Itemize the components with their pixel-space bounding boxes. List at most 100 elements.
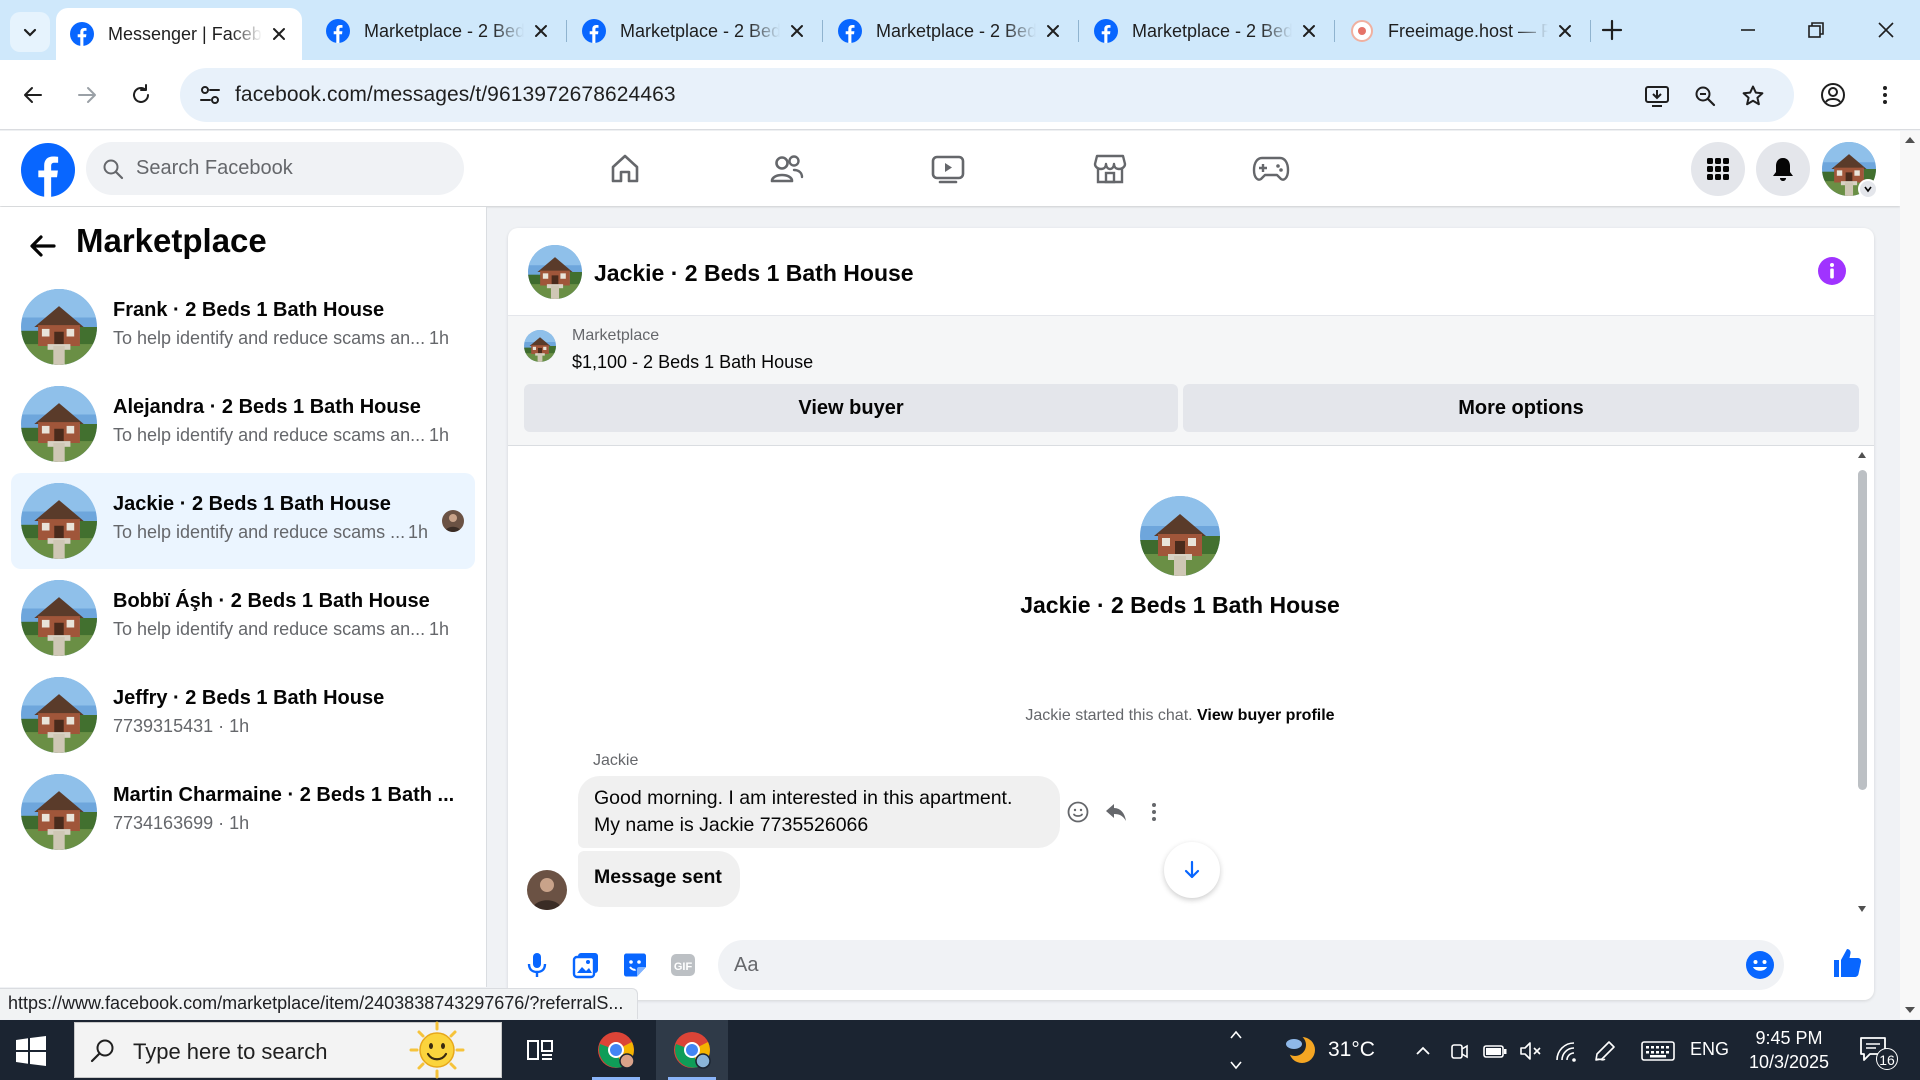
forward-button[interactable] (68, 76, 106, 114)
account-dropdown-badge[interactable] (1858, 179, 1878, 199)
voice-clip-button[interactable] (522, 950, 552, 980)
browser-menu-button[interactable] (1866, 76, 1904, 114)
view-buyer-button[interactable]: View buyer (524, 384, 1178, 432)
tab-messenger[interactable]: Messenger | Facebook (56, 8, 302, 60)
back-arrow-icon[interactable] (26, 229, 60, 263)
zoom-icon[interactable] (1690, 81, 1720, 111)
minimize-button[interactable] (1728, 14, 1768, 46)
facebook-search-box[interactable]: Search Facebook (86, 142, 464, 195)
conversation-item-selected[interactable]: Jackie · 2 Beds 1 Bath House To help ide… (11, 473, 475, 569)
tab-marketplace-1[interactable]: Marketplace - 2 Beds (312, 8, 564, 54)
close-tab-icon[interactable] (1300, 22, 1318, 40)
back-button[interactable] (14, 76, 52, 114)
touch-keyboard-icon[interactable] (1640, 1038, 1676, 1064)
taskbar-search-box[interactable]: Type here to search (74, 1021, 502, 1079)
tab-marketplace-3[interactable]: Marketplace - 2 Beds (824, 8, 1076, 54)
tab-marketplace-2[interactable]: Marketplace - 2 Beds (568, 8, 820, 54)
smiley-icon (1067, 801, 1089, 823)
windows-start-icon[interactable] (14, 1034, 48, 1068)
conversation-item[interactable]: Jeffry · 2 Beds 1 Bath House 7739315431 … (11, 667, 475, 763)
avatar (21, 774, 97, 850)
show-hidden-icons[interactable] (1410, 1038, 1436, 1064)
message-bubble[interactable]: Good morning. I am interested in this ap… (578, 776, 1060, 848)
nav-watch[interactable] (928, 149, 968, 189)
sticker-button[interactable] (620, 950, 650, 980)
react-button[interactable] (1064, 798, 1092, 826)
notifications-button[interactable] (1756, 142, 1810, 196)
view-buyer-profile-link[interactable]: View buyer profile (1197, 707, 1335, 724)
listing-price-title[interactable]: $1,100 - 2 Beds 1 Bath House (572, 352, 813, 373)
emoji-picker-icon[interactable] (1745, 950, 1775, 980)
conversation-item[interactable]: Bobbï Áşh · 2 Beds 1 Bath House To help … (11, 570, 475, 666)
nav-friends[interactable] (767, 149, 807, 189)
new-tab-plus-icon[interactable] (1594, 16, 1630, 44)
close-icon (1878, 22, 1894, 38)
close-tab-icon[interactable] (788, 22, 806, 40)
restore-button[interactable] (1796, 14, 1836, 46)
chat-avatar[interactable] (528, 245, 582, 299)
message-input[interactable] (734, 950, 1714, 980)
meet-now-icon[interactable] (1446, 1038, 1472, 1064)
home-icon (611, 154, 639, 183)
profile-button[interactable] (1814, 76, 1852, 114)
address-bar[interactable]: facebook.com/messages/t/9613972678624463 (180, 68, 1794, 122)
taskbar-chrome-profile-1[interactable] (580, 1020, 652, 1080)
info-icon[interactable] (1817, 256, 1847, 286)
tab-freeimage[interactable]: Freeimage.host — Free (1336, 8, 1588, 54)
url-text[interactable]: facebook.com/messages/t/9613972678624463 (235, 83, 676, 107)
nav-marketplace[interactable] (1090, 149, 1130, 189)
page-scrollbar[interactable] (1900, 131, 1920, 1019)
menu-button[interactable] (1691, 142, 1745, 196)
message-more-button[interactable] (1140, 798, 1168, 826)
listing-thumbnail[interactable] (524, 330, 556, 362)
close-tab-icon[interactable] (270, 25, 288, 43)
facebook-logo-icon[interactable] (21, 143, 75, 197)
sender-avatar[interactable] (527, 870, 567, 910)
weather-widget[interactable]: 31°C (1282, 1032, 1375, 1068)
taskbar-scroll-arrows[interactable] (1228, 1026, 1244, 1074)
reply-button[interactable] (1102, 798, 1130, 826)
reload-button[interactable] (122, 76, 160, 114)
facebook-favicon-icon (838, 19, 862, 43)
conversation-item[interactable]: Alejandra · 2 Beds 1 Bath House To help … (11, 376, 475, 472)
message-bubble[interactable]: Message sent (578, 851, 740, 907)
close-tab-icon[interactable] (1044, 22, 1062, 40)
wifi-icon[interactable] (1554, 1038, 1580, 1064)
tab-search-button[interactable] (10, 12, 50, 52)
like-thumbs-up-icon[interactable] (1830, 946, 1864, 980)
input-language[interactable]: ENG (1690, 1039, 1729, 1060)
bookmark-star-icon[interactable] (1738, 81, 1768, 111)
close-tab-icon[interactable] (532, 22, 550, 40)
more-options-button[interactable]: More options (1183, 384, 1859, 432)
battery-icon[interactable] (1482, 1038, 1508, 1064)
system-clock[interactable]: 9:45 PM 10/3/2025 (1744, 1026, 1834, 1074)
conversation-item[interactable]: Martin Charmaine · 2 Beds 1 Bath ... 773… (11, 764, 475, 860)
photo-gallery-icon (572, 953, 598, 979)
notification-center-button[interactable]: 16 (1858, 1034, 1898, 1070)
conversation-name: Alejandra · 2 Beds 1 Bath House (113, 396, 421, 418)
message-input-box[interactable] (718, 940, 1784, 990)
scroll-to-bottom-button[interactable] (1164, 842, 1220, 898)
chat-title[interactable]: Jackie · 2 Beds 1 Bath House (594, 260, 914, 287)
avatar (21, 386, 97, 462)
attach-photo-button[interactable] (571, 950, 601, 980)
chevron-down-icon (23, 28, 37, 37)
tab-marketplace-4[interactable]: Marketplace - 2 Beds (1080, 8, 1332, 54)
nav-gaming[interactable] (1251, 149, 1291, 189)
nav-home[interactable] (605, 149, 645, 189)
close-window-button[interactable] (1866, 14, 1906, 46)
conversation-item[interactable]: Frank · 2 Beds 1 Bath House To help iden… (11, 279, 475, 375)
gif-button[interactable]: GIF (668, 950, 698, 980)
close-tab-icon[interactable] (1556, 22, 1574, 40)
chat-header: Jackie · 2 Beds 1 Bath House (508, 228, 1874, 316)
volume-muted-icon[interactable] (1518, 1038, 1544, 1064)
facebook-favicon-icon (326, 19, 350, 43)
site-settings-icon[interactable] (198, 83, 222, 107)
restore-icon (1808, 22, 1824, 38)
task-view-button[interactable] (504, 1020, 576, 1080)
pen-icon[interactable] (1592, 1038, 1618, 1064)
tab-title: Marketplace - 2 Beds (1132, 20, 1292, 41)
chat-scrollbar-thumb[interactable] (1858, 470, 1867, 790)
install-app-icon[interactable] (1642, 81, 1672, 111)
taskbar-chrome-profile-2[interactable] (656, 1020, 728, 1080)
